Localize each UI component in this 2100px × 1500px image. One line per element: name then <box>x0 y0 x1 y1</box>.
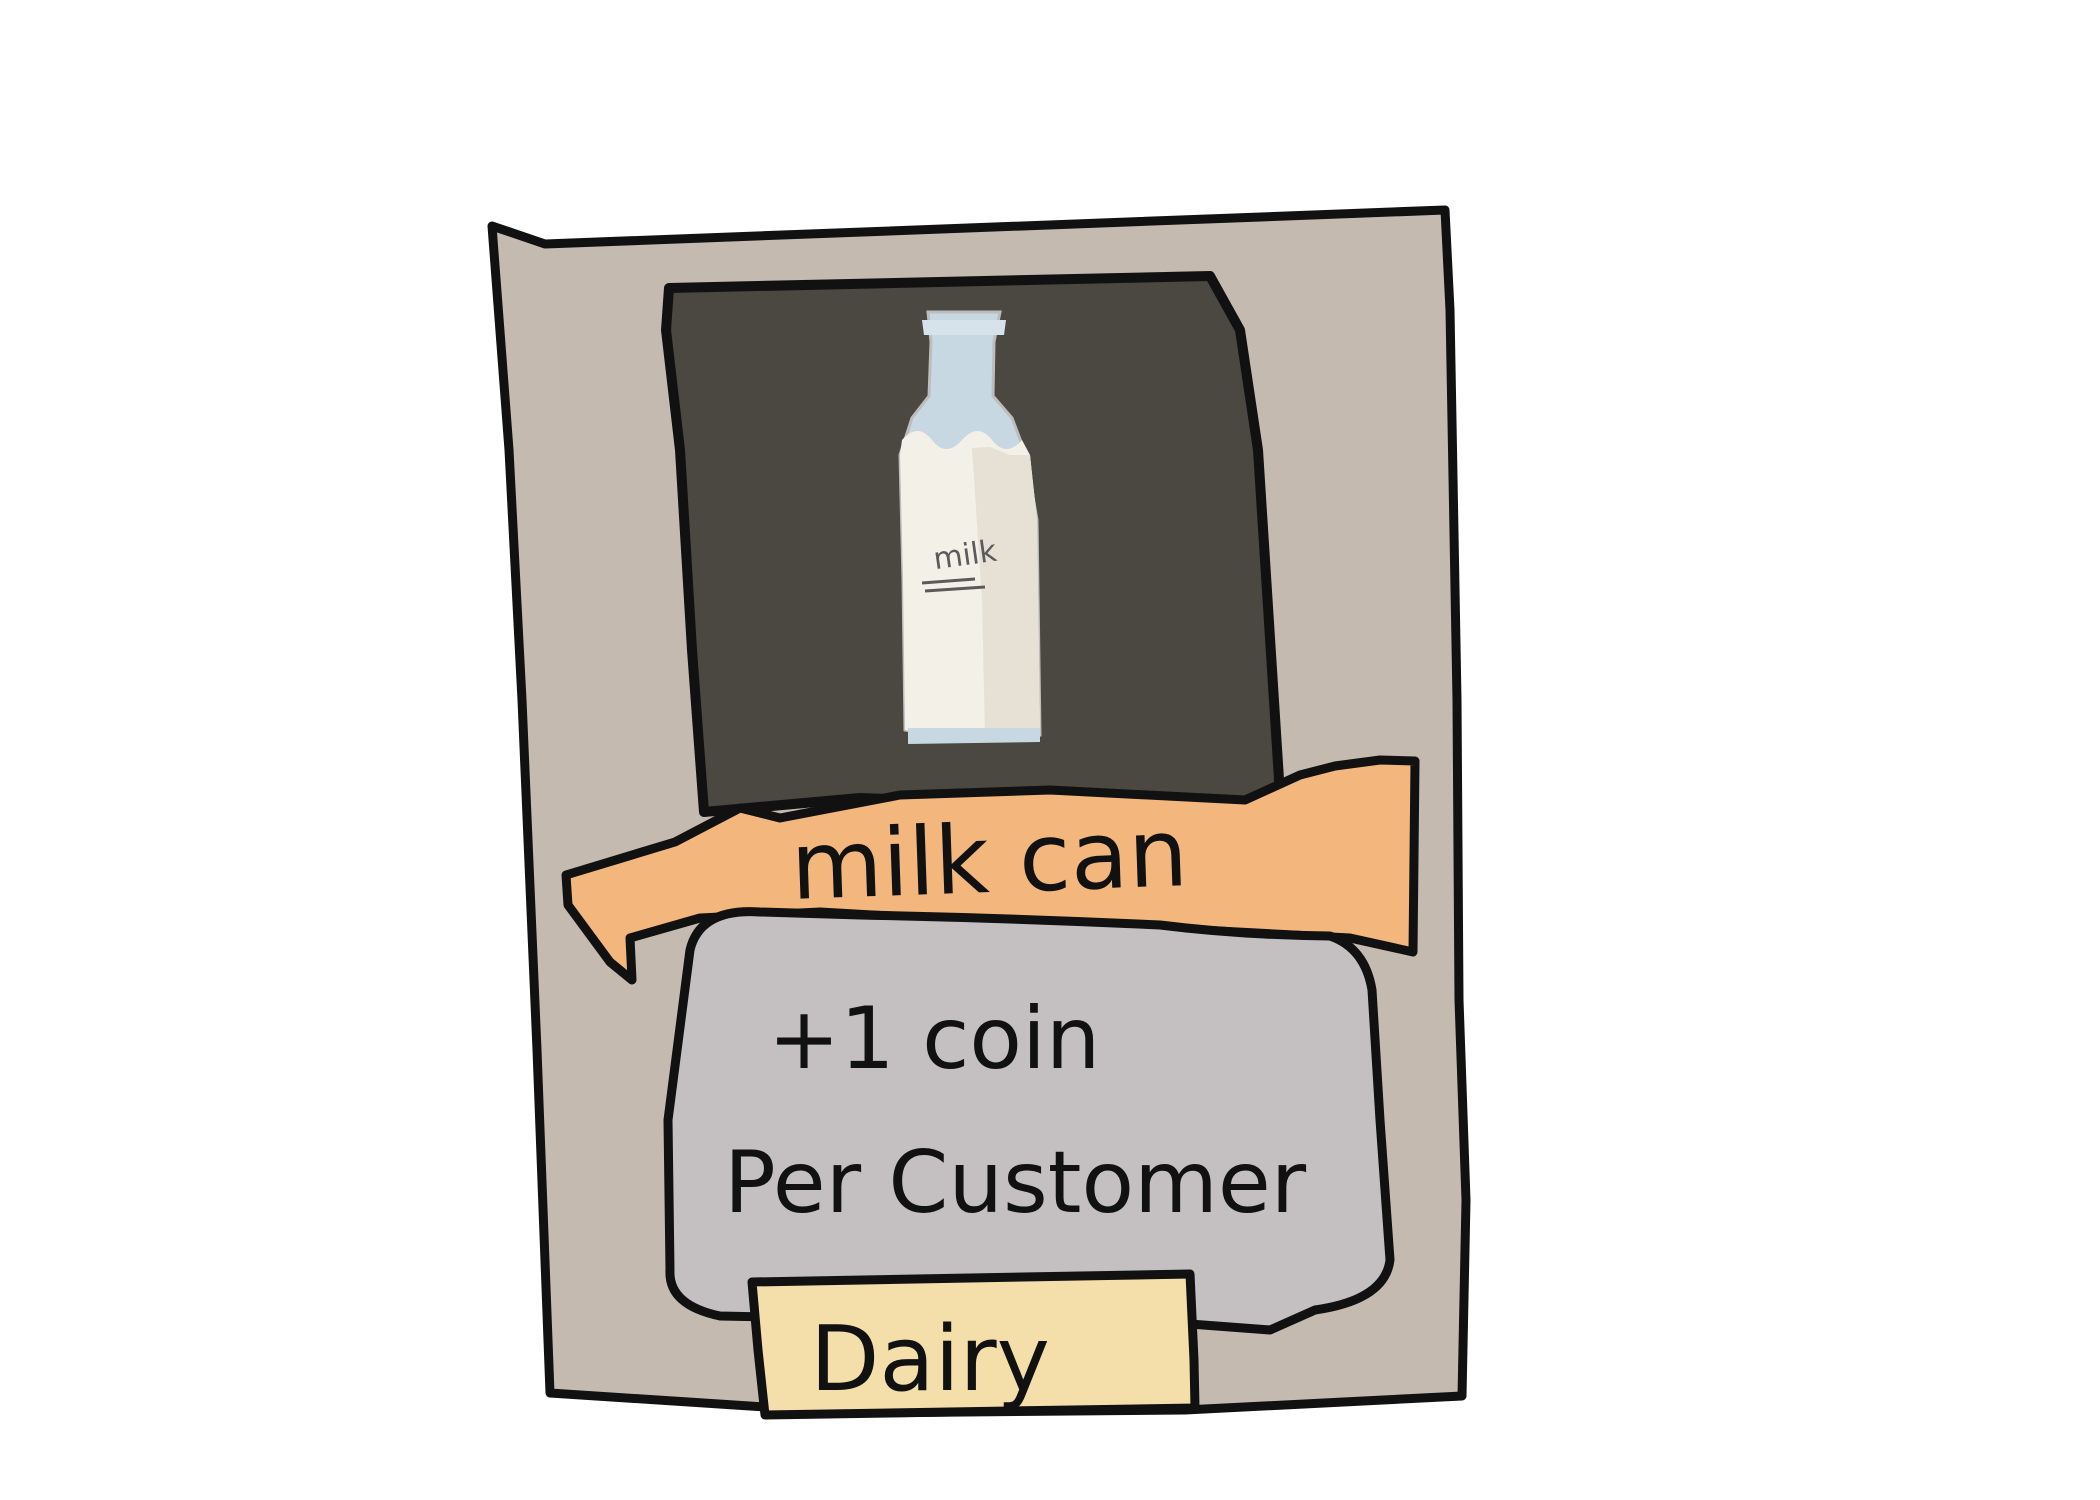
card-name-text: milk can <box>789 799 1190 922</box>
card-svg: milk milk can +1 coin Per Customer Dairy <box>487 205 1471 1420</box>
game-canvas: milk milk can +1 coin Per Customer Dairy <box>0 0 2100 1500</box>
effect-line-2-text: Per Customer <box>724 1133 1307 1233</box>
effect-line-1-text: +1 coin <box>768 989 1100 1089</box>
effect-box <box>663 907 1395 1335</box>
category-text: Dairy <box>810 1307 1050 1412</box>
